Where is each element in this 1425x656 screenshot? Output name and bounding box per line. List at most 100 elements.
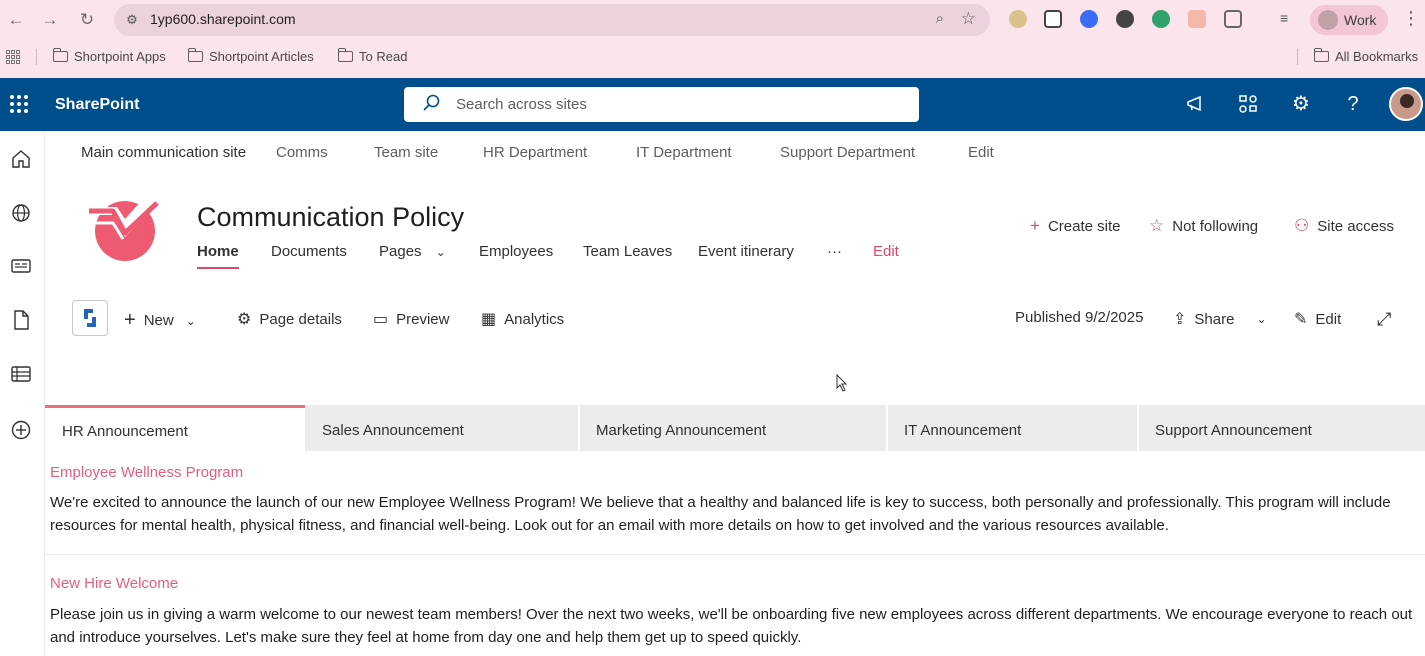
site-nav-edit[interactable]: Edit bbox=[873, 243, 899, 260]
share-label: Share bbox=[1194, 310, 1235, 328]
extension-icon[interactable] bbox=[1116, 10, 1134, 28]
tab-marketing-announcement[interactable]: Marketing Announcement bbox=[579, 405, 886, 451]
extension-icon[interactable] bbox=[1009, 10, 1027, 28]
user-avatar[interactable] bbox=[1389, 87, 1423, 121]
settings-gear-icon[interactable]: ⚙ bbox=[1290, 93, 1312, 115]
zoom-icon[interactable]: ⌕ bbox=[936, 10, 944, 27]
edit-label: Edit bbox=[1315, 310, 1342, 328]
browser-toolbar: ← → ↻ ⚙ 1yp600.sharepoint.com ⌕ ☆ ≡ Work… bbox=[0, 0, 1425, 78]
globe-icon[interactable] bbox=[10, 202, 32, 224]
reading-list-icon[interactable]: ≡ bbox=[1280, 10, 1298, 28]
all-bookmarks[interactable]: All Bookmarks bbox=[1313, 48, 1418, 64]
search-input[interactable]: Search across sites bbox=[456, 96, 587, 113]
hub-nav-support[interactable]: Support Department bbox=[780, 144, 915, 161]
extension-icon[interactable] bbox=[1152, 10, 1170, 28]
mouse-cursor-icon bbox=[836, 374, 848, 392]
bookmark-label: Shortpoint Articles bbox=[209, 49, 314, 64]
home-icon[interactable] bbox=[10, 148, 32, 170]
preview-icon: ▭ bbox=[373, 311, 389, 328]
avatar bbox=[1318, 10, 1338, 30]
network-icon[interactable] bbox=[1237, 93, 1259, 115]
divider bbox=[45, 554, 1425, 555]
profile-button[interactable]: Work bbox=[1310, 5, 1388, 35]
extension-icon[interactable] bbox=[1080, 10, 1098, 28]
folder-icon bbox=[187, 48, 203, 62]
site-nav-home[interactable]: Home bbox=[197, 243, 239, 269]
hub-nav-hr[interactable]: HR Department bbox=[483, 144, 587, 161]
forward-icon[interactable]: → bbox=[38, 8, 62, 32]
analytics-button[interactable]: ▦ Analytics bbox=[481, 309, 564, 329]
site-nav-team-leaves[interactable]: Team Leaves bbox=[583, 243, 672, 260]
tab-hr-announcement[interactable]: HR Announcement bbox=[45, 405, 305, 451]
site-nav-pages[interactable]: Pages ⌄ bbox=[379, 243, 446, 260]
hub-nav-team-site[interactable]: Team site bbox=[374, 144, 438, 161]
share-button[interactable]: ⇪ Share ⌄ bbox=[1173, 309, 1267, 329]
new-button[interactable]: + New ⌄ bbox=[124, 309, 196, 332]
shortpoint-button[interactable] bbox=[72, 300, 108, 336]
search-icon bbox=[423, 94, 440, 111]
divider bbox=[578, 405, 580, 451]
announcement-title[interactable]: Employee Wellness Program bbox=[50, 464, 243, 481]
add-icon[interactable] bbox=[10, 419, 32, 441]
back-icon[interactable]: ← bbox=[4, 8, 28, 32]
extensions-puzzle-icon[interactable] bbox=[1224, 10, 1242, 28]
megaphone-icon[interactable] bbox=[1185, 93, 1207, 115]
search-box[interactable]: Search across sites bbox=[404, 87, 919, 122]
announcement-title[interactable]: New Hire Welcome bbox=[50, 575, 178, 592]
hub-nav-edit[interactable]: Edit bbox=[968, 144, 994, 161]
edit-button[interactable]: ✎ Edit bbox=[1294, 309, 1341, 329]
folder-icon bbox=[337, 48, 353, 62]
bookmark-shortpoint-articles[interactable]: Shortpoint Articles bbox=[187, 48, 314, 64]
reload-icon[interactable]: ↻ bbox=[75, 8, 99, 32]
bookmark-shortpoint-apps[interactable]: Shortpoint Apps bbox=[52, 48, 166, 64]
help-icon[interactable]: ? bbox=[1342, 93, 1364, 115]
file-icon[interactable] bbox=[10, 309, 32, 331]
expand-icon[interactable]: ⤢ bbox=[1377, 309, 1391, 330]
tab-sales-announcement[interactable]: Sales Announcement bbox=[305, 405, 578, 451]
folder-icon bbox=[1313, 48, 1329, 62]
people-icon: ⚇ bbox=[1294, 216, 1310, 235]
news-icon[interactable] bbox=[10, 255, 32, 277]
bookmark-to-read[interactable]: To Read bbox=[337, 48, 407, 64]
site-settings-icon[interactable]: ⚙ bbox=[122, 10, 142, 30]
extension-icon[interactable] bbox=[1188, 10, 1206, 28]
app-name[interactable]: SharePoint bbox=[55, 96, 139, 114]
follow-button[interactable]: ☆ Not following bbox=[1149, 216, 1258, 236]
address-bar[interactable]: ⚙ 1yp600.sharepoint.com ⌕ ☆ bbox=[114, 4, 990, 36]
browser-menu-icon[interactable]: ⋮ bbox=[1402, 8, 1420, 29]
page-details-button[interactable]: ⚙ Page details bbox=[237, 309, 342, 329]
chevron-down-icon: ⌄ bbox=[185, 313, 196, 328]
divider bbox=[1297, 49, 1298, 65]
site-title[interactable]: Communication Policy bbox=[197, 202, 464, 233]
profile-label: Work bbox=[1344, 12, 1377, 28]
apps-icon[interactable] bbox=[6, 50, 20, 64]
more-icon[interactable]: ··· bbox=[827, 243, 842, 260]
tab-support-announcement[interactable]: Support Announcement bbox=[1138, 405, 1425, 451]
extension-icon[interactable] bbox=[1044, 10, 1062, 28]
hub-nav-it[interactable]: IT Department bbox=[636, 144, 732, 161]
site-logo[interactable] bbox=[83, 193, 165, 265]
create-site-button[interactable]: + Create site bbox=[1030, 216, 1120, 236]
site-nav-event-itinerary[interactable]: Event itinerary bbox=[698, 243, 794, 260]
hub-nav-main[interactable]: Main communication site bbox=[81, 144, 246, 161]
site-access-button[interactable]: ⚇ Site access bbox=[1294, 216, 1394, 236]
follow-label: Not following bbox=[1172, 217, 1259, 235]
divider bbox=[1137, 405, 1139, 451]
preview-button[interactable]: ▭ Preview bbox=[373, 309, 449, 329]
star-icon: ☆ bbox=[1149, 216, 1165, 235]
tab-it-announcement[interactable]: IT Announcement bbox=[887, 405, 1137, 451]
announcement-body: We're excited to announce the launch of … bbox=[50, 494, 1391, 534]
list-icon[interactable] bbox=[10, 363, 32, 385]
url-text: 1yp600.sharepoint.com bbox=[150, 11, 296, 27]
plus-icon: + bbox=[1030, 216, 1040, 235]
divider bbox=[36, 49, 37, 65]
announcement-tabs: HR Announcement Sales Announcement Marke… bbox=[45, 405, 1425, 451]
site-nav-documents[interactable]: Documents bbox=[271, 243, 347, 260]
analytics-icon: ▦ bbox=[481, 311, 497, 328]
bookmark-star-icon[interactable]: ☆ bbox=[961, 9, 976, 29]
hub-nav-comms[interactable]: Comms bbox=[276, 144, 328, 161]
app-launcher-icon[interactable] bbox=[10, 95, 28, 113]
bookmark-label: Shortpoint Apps bbox=[74, 49, 166, 64]
site-nav-employees[interactable]: Employees bbox=[479, 243, 553, 260]
site-access-label: Site access bbox=[1317, 217, 1394, 235]
